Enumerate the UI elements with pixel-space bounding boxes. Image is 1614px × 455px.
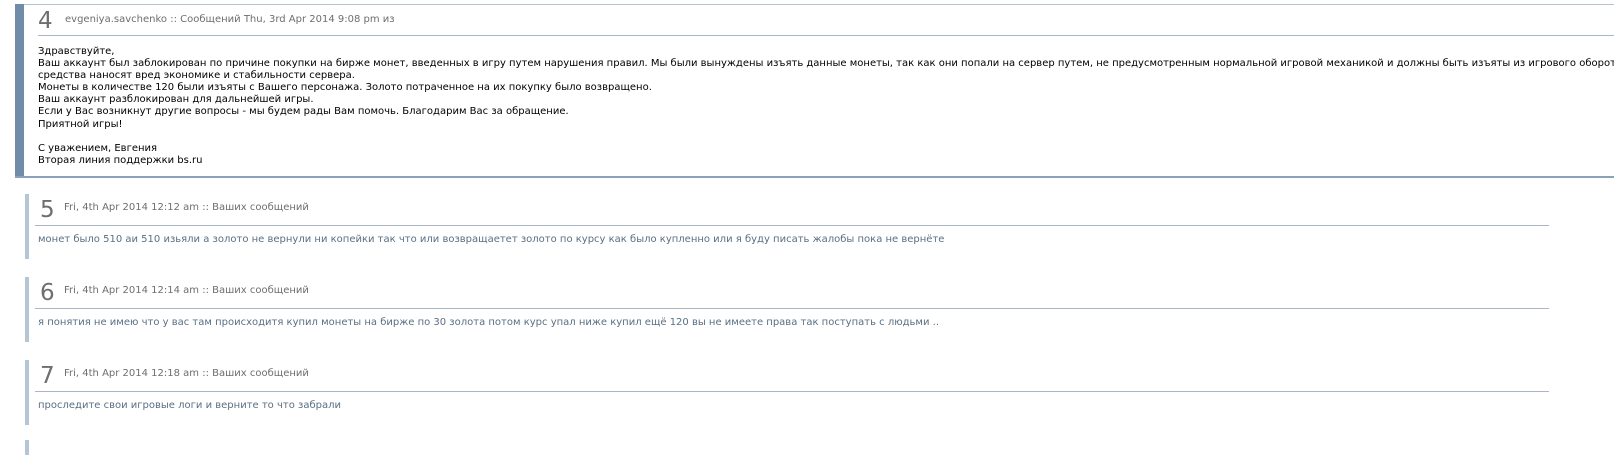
- message-divider: [35, 391, 1549, 392]
- message-meta: evgeniya.savchenko :: Сообщений Thu, 3rd…: [65, 14, 395, 25]
- message-user: 5 Fri, 4th Apr 2014 12:12 am :: Ваших со…: [25, 194, 1549, 259]
- message-bottom-border: [15, 176, 1614, 178]
- message-text: монет было 510 аи 510 изьяли а золото не…: [38, 234, 945, 245]
- message-divider: [38, 35, 1614, 36]
- message-meta: Fri, 4th Apr 2014 12:14 am :: Ваших сооб…: [64, 285, 309, 296]
- message-line: Монеты в количестве 120 были изъяты с Ва…: [38, 82, 652, 94]
- message-top-border: [24, 4, 1614, 5]
- message-text: я понятия не имею что у вас там происход…: [38, 317, 940, 328]
- message-line: С уважением, Евгения: [38, 142, 158, 154]
- message-number: 4: [38, 8, 53, 34]
- message-staff-reply: 4 evgeniya.savchenko :: Сообщений Thu, 3…: [15, 4, 1614, 178]
- message-line: Если у Вас возникнут другие вопросы - мы…: [38, 106, 569, 118]
- message-line: Вторая линия поддержки bs.ru: [38, 154, 203, 166]
- message-body: Здравствуйте, Ваш аккаунт был заблокиров…: [38, 46, 1614, 167]
- message-number: 5: [40, 197, 55, 223]
- message-divider: [35, 225, 1549, 226]
- message-divider: [35, 308, 1549, 309]
- message-line: средства наносят вред экономике и стабил…: [38, 70, 355, 82]
- message-accent-bar: [25, 194, 29, 259]
- message-user: 7 Fri, 4th Apr 2014 12:18 am :: Ваших со…: [25, 360, 1549, 425]
- message-line: Приятной игры!: [38, 118, 123, 130]
- message-line: Ваш аккаунт был заблокирован по причине …: [38, 58, 1614, 70]
- message-user: 6 Fri, 4th Apr 2014 12:14 am :: Ваших со…: [25, 277, 1549, 342]
- message-line: Ваш аккаунт разблокирован для дальнейшей…: [38, 94, 314, 106]
- message-line: Здравствуйте,: [38, 46, 115, 57]
- message-meta: Fri, 4th Apr 2014 12:12 am :: Ваших сооб…: [64, 202, 309, 213]
- message-meta: Fri, 4th Apr 2014 12:18 am :: Ваших сооб…: [64, 368, 309, 379]
- message-accent-bar: [25, 360, 29, 425]
- message-accent-bar: [15, 4, 24, 178]
- message-number: 6: [40, 280, 55, 306]
- message-accent-bar: [25, 440, 29, 455]
- message-number: 7: [40, 363, 55, 389]
- message-accent-bar: [25, 277, 29, 342]
- message-text: проследите свои игровые логи и верните т…: [38, 400, 341, 411]
